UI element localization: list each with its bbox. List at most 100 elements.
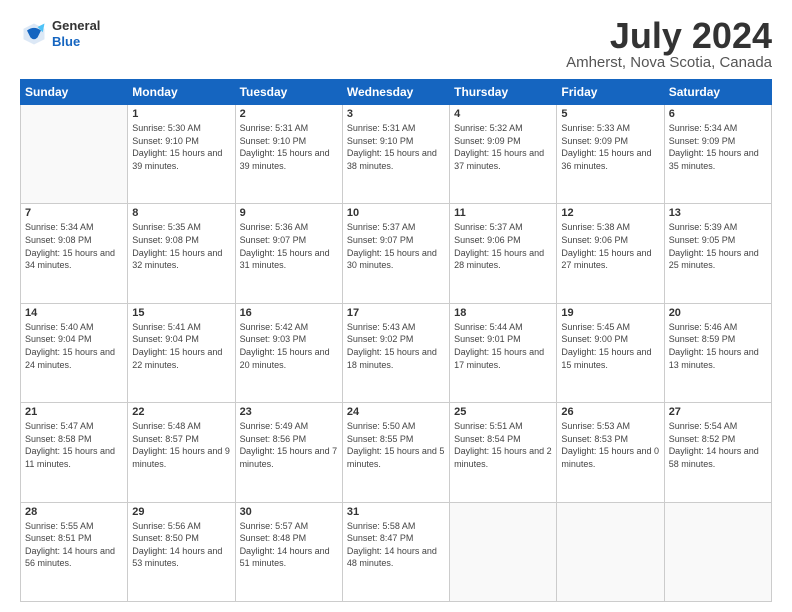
day-number: 23 xyxy=(240,406,338,418)
day-sunset: Sunset: 9:06 PM xyxy=(561,235,628,245)
calendar-week-row: 1 Sunrise: 5:30 AM Sunset: 9:10 PM Dayli… xyxy=(21,105,772,204)
day-sunset: Sunset: 9:07 PM xyxy=(347,235,414,245)
day-sunrise: Sunrise: 5:45 AM xyxy=(561,322,630,332)
day-sunrise: Sunrise: 5:57 AM xyxy=(240,521,309,531)
day-sunset: Sunset: 9:03 PM xyxy=(240,334,307,344)
table-row: 23 Sunrise: 5:49 AM Sunset: 8:56 PM Dayl… xyxy=(235,403,342,502)
logo-general-text: General xyxy=(52,18,100,34)
th-thursday: Thursday xyxy=(450,80,557,105)
day-daylight: Daylight: 15 hours and 30 minutes. xyxy=(347,248,437,271)
day-sunrise: Sunrise: 5:35 AM xyxy=(132,222,201,232)
table-row: 10 Sunrise: 5:37 AM Sunset: 9:07 PM Dayl… xyxy=(342,204,449,303)
table-row: 15 Sunrise: 5:41 AM Sunset: 9:04 PM Dayl… xyxy=(128,303,235,402)
day-daylight: Daylight: 15 hours and 28 minutes. xyxy=(454,248,544,271)
page: General Blue July 2024 Amherst, Nova Sco… xyxy=(0,0,792,612)
day-sunset: Sunset: 9:09 PM xyxy=(454,136,521,146)
table-row: 17 Sunrise: 5:43 AM Sunset: 9:02 PM Dayl… xyxy=(342,303,449,402)
day-daylight: Daylight: 15 hours and 20 minutes. xyxy=(240,347,330,370)
day-number: 17 xyxy=(347,307,445,319)
day-number: 28 xyxy=(25,506,123,518)
day-sunset: Sunset: 8:58 PM xyxy=(25,434,92,444)
day-daylight: Daylight: 14 hours and 48 minutes. xyxy=(347,546,437,569)
day-sunset: Sunset: 8:59 PM xyxy=(669,334,736,344)
day-number: 5 xyxy=(561,108,659,120)
day-daylight: Daylight: 14 hours and 53 minutes. xyxy=(132,546,222,569)
table-row: 21 Sunrise: 5:47 AM Sunset: 8:58 PM Dayl… xyxy=(21,403,128,502)
day-sunset: Sunset: 8:50 PM xyxy=(132,533,199,543)
day-number: 10 xyxy=(347,207,445,219)
calendar-week-row: 28 Sunrise: 5:55 AM Sunset: 8:51 PM Dayl… xyxy=(21,502,772,601)
day-sunset: Sunset: 8:51 PM xyxy=(25,533,92,543)
day-daylight: Daylight: 15 hours and 9 minutes. xyxy=(132,446,230,469)
day-sunset: Sunset: 8:52 PM xyxy=(669,434,736,444)
weekday-header-row: Sunday Monday Tuesday Wednesday Thursday… xyxy=(21,80,772,105)
day-number: 9 xyxy=(240,207,338,219)
day-number: 4 xyxy=(454,108,552,120)
day-daylight: Daylight: 15 hours and 17 minutes. xyxy=(454,347,544,370)
day-sunrise: Sunrise: 5:37 AM xyxy=(347,222,416,232)
day-number: 22 xyxy=(132,406,230,418)
calendar-week-row: 7 Sunrise: 5:34 AM Sunset: 9:08 PM Dayli… xyxy=(21,204,772,303)
table-row xyxy=(557,502,664,601)
day-sunrise: Sunrise: 5:53 AM xyxy=(561,421,630,431)
day-sunrise: Sunrise: 5:46 AM xyxy=(669,322,738,332)
day-number: 16 xyxy=(240,307,338,319)
day-number: 27 xyxy=(669,406,767,418)
day-daylight: Daylight: 15 hours and 36 minutes. xyxy=(561,148,651,171)
day-daylight: Daylight: 15 hours and 2 minutes. xyxy=(454,446,552,469)
day-number: 7 xyxy=(25,207,123,219)
day-daylight: Daylight: 15 hours and 34 minutes. xyxy=(25,248,115,271)
table-row: 3 Sunrise: 5:31 AM Sunset: 9:10 PM Dayli… xyxy=(342,105,449,204)
day-number: 20 xyxy=(669,307,767,319)
day-daylight: Daylight: 15 hours and 11 minutes. xyxy=(25,446,115,469)
table-row: 5 Sunrise: 5:33 AM Sunset: 9:09 PM Dayli… xyxy=(557,105,664,204)
day-daylight: Daylight: 15 hours and 31 minutes. xyxy=(240,248,330,271)
day-number: 2 xyxy=(240,108,338,120)
day-daylight: Daylight: 14 hours and 58 minutes. xyxy=(669,446,759,469)
day-sunset: Sunset: 9:08 PM xyxy=(132,235,199,245)
day-sunset: Sunset: 8:56 PM xyxy=(240,434,307,444)
logo-icon xyxy=(20,20,48,48)
day-sunrise: Sunrise: 5:32 AM xyxy=(454,123,523,133)
day-sunset: Sunset: 9:07 PM xyxy=(240,235,307,245)
day-daylight: Daylight: 15 hours and 37 minutes. xyxy=(454,148,544,171)
day-sunrise: Sunrise: 5:44 AM xyxy=(454,322,523,332)
calendar-week-row: 21 Sunrise: 5:47 AM Sunset: 8:58 PM Dayl… xyxy=(21,403,772,502)
day-sunset: Sunset: 9:10 PM xyxy=(240,136,307,146)
day-sunrise: Sunrise: 5:42 AM xyxy=(240,322,309,332)
title-location: Amherst, Nova Scotia, Canada xyxy=(566,54,772,71)
day-number: 31 xyxy=(347,506,445,518)
day-sunrise: Sunrise: 5:58 AM xyxy=(347,521,416,531)
day-sunset: Sunset: 8:57 PM xyxy=(132,434,199,444)
calendar-week-row: 14 Sunrise: 5:40 AM Sunset: 9:04 PM Dayl… xyxy=(21,303,772,402)
day-sunrise: Sunrise: 5:49 AM xyxy=(240,421,309,431)
table-row: 18 Sunrise: 5:44 AM Sunset: 9:01 PM Dayl… xyxy=(450,303,557,402)
table-row: 20 Sunrise: 5:46 AM Sunset: 8:59 PM Dayl… xyxy=(664,303,771,402)
table-row: 4 Sunrise: 5:32 AM Sunset: 9:09 PM Dayli… xyxy=(450,105,557,204)
table-row: 13 Sunrise: 5:39 AM Sunset: 9:05 PM Dayl… xyxy=(664,204,771,303)
calendar-body: 1 Sunrise: 5:30 AM Sunset: 9:10 PM Dayli… xyxy=(21,105,772,602)
day-number: 14 xyxy=(25,307,123,319)
table-row: 19 Sunrise: 5:45 AM Sunset: 9:00 PM Dayl… xyxy=(557,303,664,402)
day-sunrise: Sunrise: 5:40 AM xyxy=(25,322,94,332)
table-row xyxy=(450,502,557,601)
th-friday: Friday xyxy=(557,80,664,105)
day-sunrise: Sunrise: 5:34 AM xyxy=(25,222,94,232)
day-number: 21 xyxy=(25,406,123,418)
day-sunrise: Sunrise: 5:34 AM xyxy=(669,123,738,133)
day-daylight: Daylight: 15 hours and 15 minutes. xyxy=(561,347,651,370)
logo-text: General Blue xyxy=(52,18,100,49)
day-number: 30 xyxy=(240,506,338,518)
title-block: July 2024 Amherst, Nova Scotia, Canada xyxy=(566,18,772,71)
day-sunset: Sunset: 9:10 PM xyxy=(347,136,414,146)
day-daylight: Daylight: 15 hours and 27 minutes. xyxy=(561,248,651,271)
day-sunset: Sunset: 9:04 PM xyxy=(25,334,92,344)
th-sunday: Sunday xyxy=(21,80,128,105)
th-saturday: Saturday xyxy=(664,80,771,105)
title-month: July 2024 xyxy=(566,18,772,54)
table-row: 7 Sunrise: 5:34 AM Sunset: 9:08 PM Dayli… xyxy=(21,204,128,303)
day-sunrise: Sunrise: 5:31 AM xyxy=(240,123,309,133)
day-number: 18 xyxy=(454,307,552,319)
table-row: 26 Sunrise: 5:53 AM Sunset: 8:53 PM Dayl… xyxy=(557,403,664,502)
day-daylight: Daylight: 15 hours and 25 minutes. xyxy=(669,248,759,271)
